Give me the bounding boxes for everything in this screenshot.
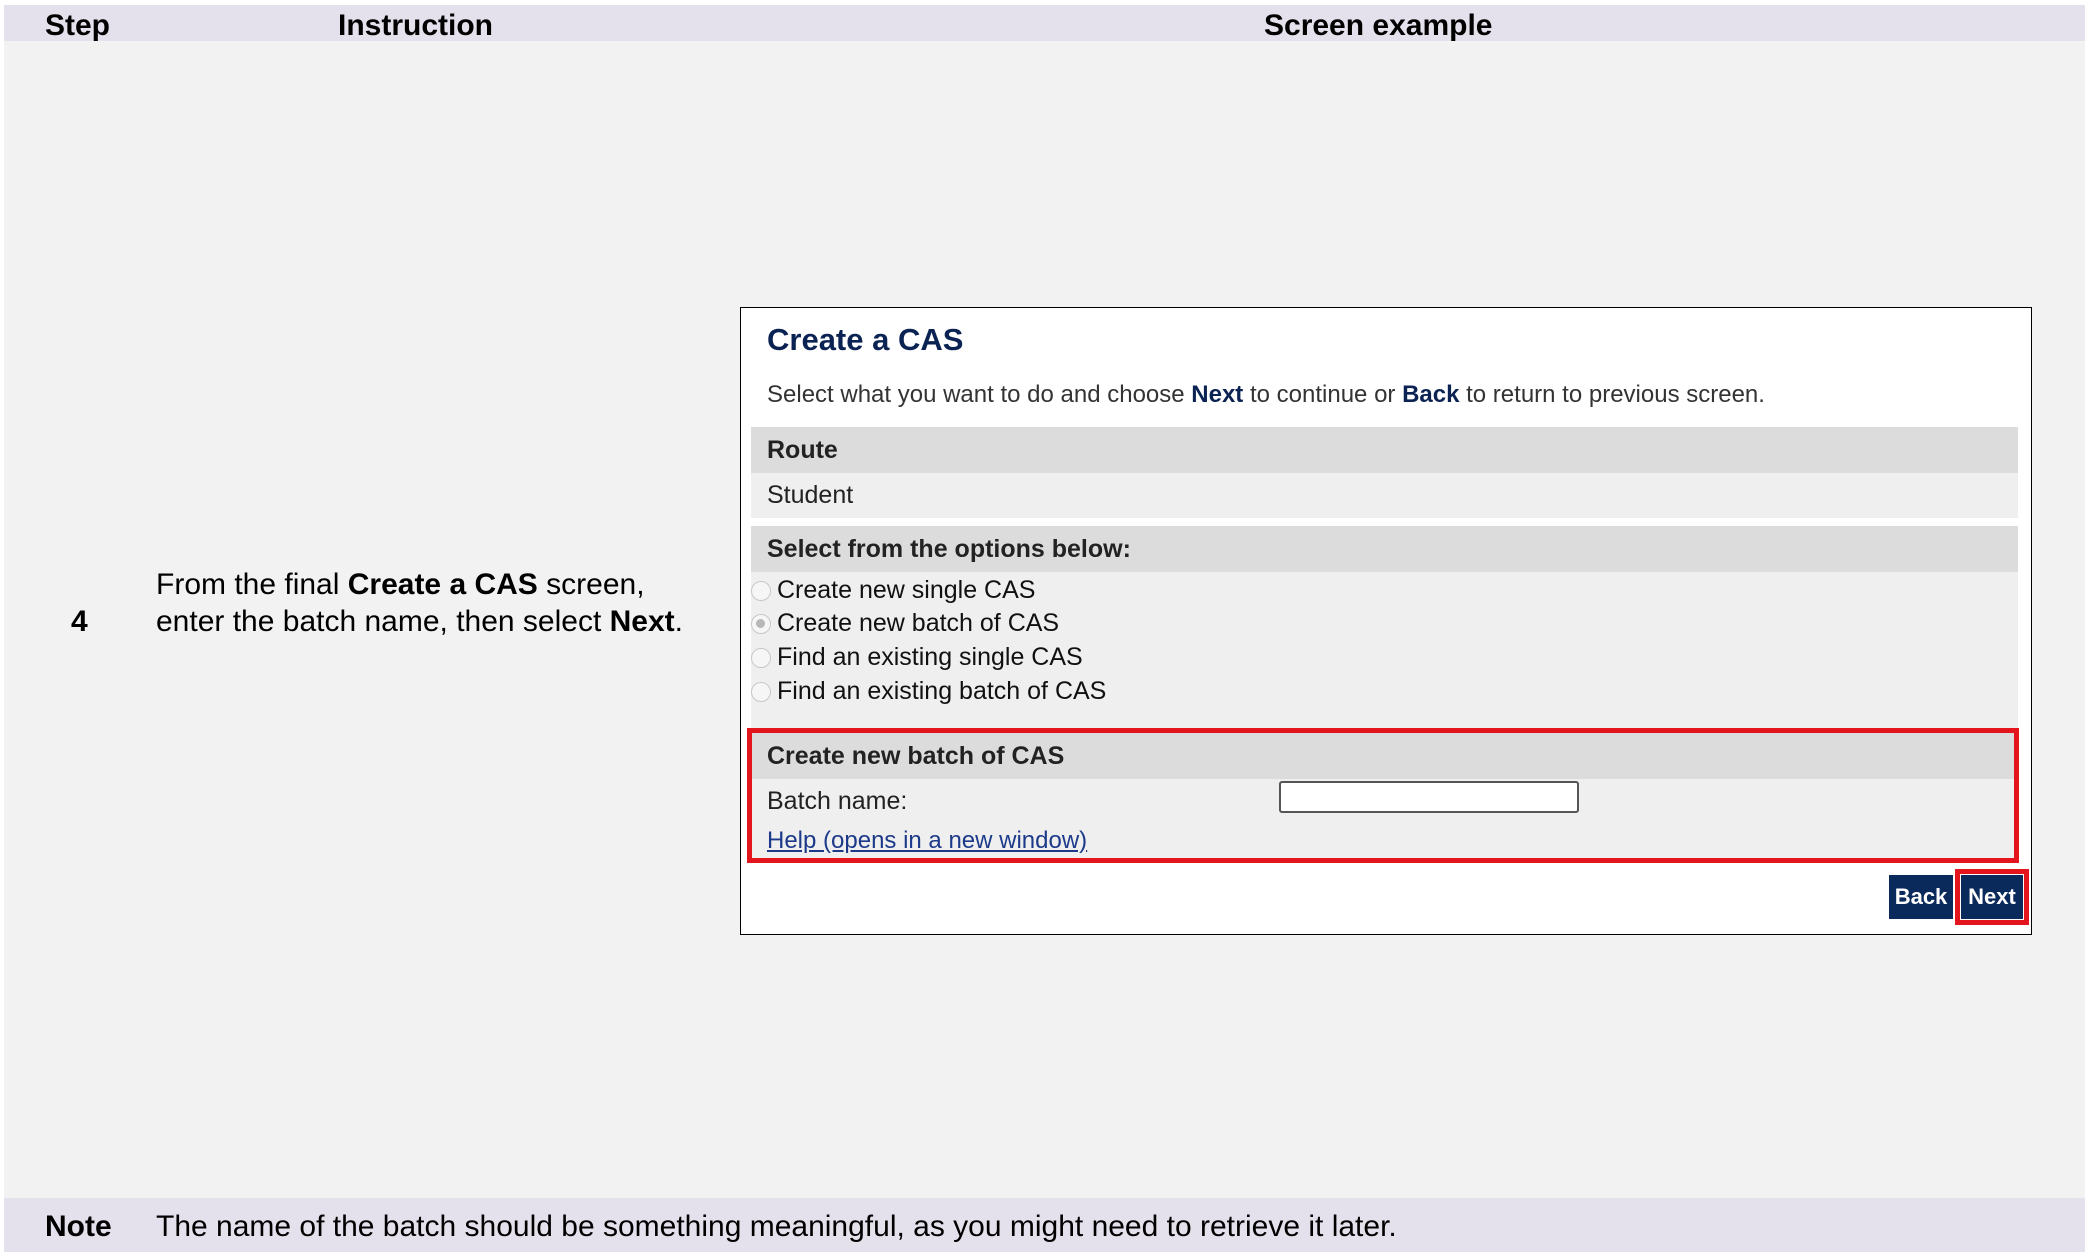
radio-icon[interactable]	[751, 580, 771, 601]
route-header: Route	[751, 427, 2018, 473]
option-find-batch[interactable]: Find an existing batch of CAS	[751, 677, 1106, 706]
option-label: Find an existing single CAS	[777, 643, 1083, 671]
option-label: Create new single CAS	[777, 576, 1036, 604]
step-number: 4	[71, 605, 88, 638]
header-step: Step	[45, 9, 111, 42]
highlight-box-batch	[747, 728, 2019, 863]
route-value: Student	[751, 473, 2018, 518]
option-create-batch[interactable]: Create new batch of CAS	[751, 609, 1059, 638]
instruction-bold-2: Next	[609, 605, 675, 638]
header-screen-example: Screen example	[1264, 9, 1493, 42]
next-button[interactable]: Next	[1961, 875, 2023, 919]
intro-part-3: to return to previous screen.	[1459, 381, 1765, 408]
option-find-single[interactable]: Find an existing single CAS	[751, 643, 1083, 672]
instruction-part-3: .	[674, 605, 683, 638]
radio-icon[interactable]	[751, 647, 771, 668]
intro-part-1: Select what you want to do and choose	[767, 381, 1192, 408]
note-row: Note The name of the batch should be som…	[4, 1198, 2085, 1252]
instruction-bold-1: Create a CAS	[347, 568, 538, 601]
instruction-part-1: From the final	[156, 568, 348, 601]
intro-back: Back	[1402, 381, 1460, 408]
note-text: The name of the batch should be somethin…	[156, 1210, 1397, 1243]
page: Step Instruction Screen example 4 From t…	[4, 5, 2085, 1252]
intro-next: Next	[1191, 381, 1244, 408]
options-header: Select from the options below:	[751, 526, 2018, 572]
option-create-single[interactable]: Create new single CAS	[751, 576, 1035, 605]
radio-selected-icon[interactable]	[751, 613, 771, 634]
intro-part-2: to continue or	[1243, 381, 1403, 408]
screen-intro: Select what you want to do and choose Ne…	[767, 381, 1765, 409]
option-label: Create new batch of CAS	[777, 609, 1060, 637]
option-label: Find an existing batch of CAS	[777, 677, 1107, 705]
table-header-row: Step Instruction Screen example	[4, 5, 2085, 42]
instruction-text: From the final Create a CAS screen, ente…	[156, 566, 696, 640]
radio-icon[interactable]	[751, 681, 771, 702]
screen-example: Create a CAS Select what you want to do …	[740, 307, 2032, 935]
screen-title: Create a CAS	[767, 322, 964, 357]
header-instruction: Instruction	[338, 9, 493, 42]
note-label: Note	[45, 1210, 112, 1243]
back-button[interactable]: Back	[1889, 875, 1953, 919]
